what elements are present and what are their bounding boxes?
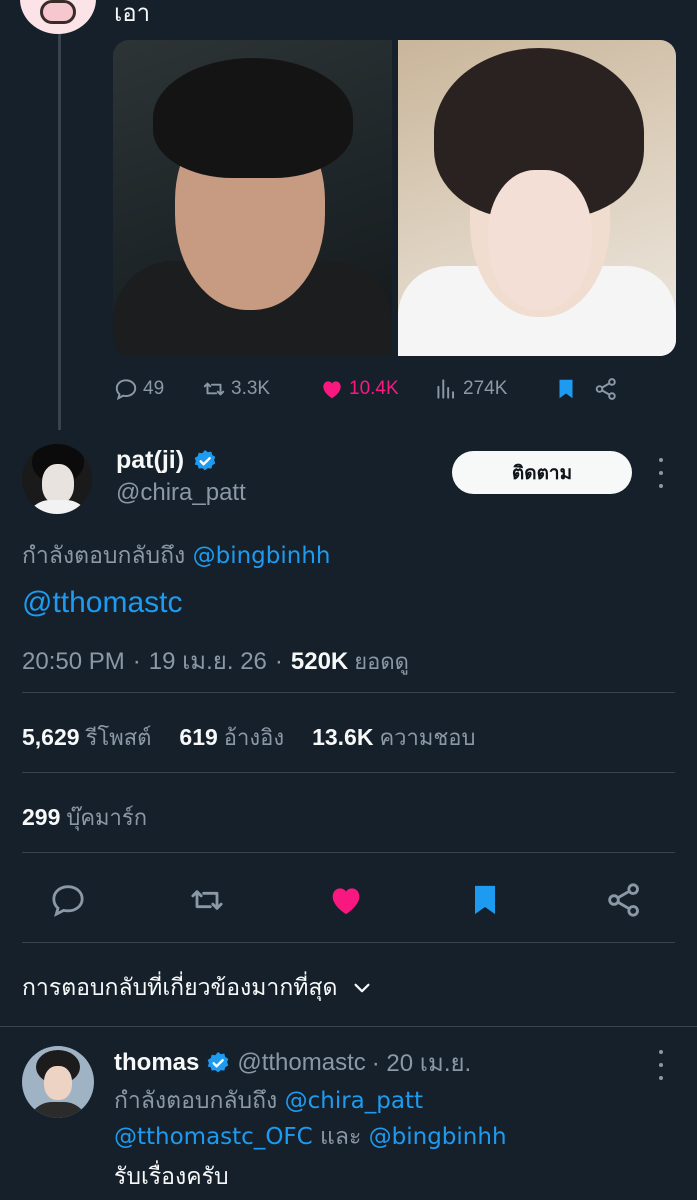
mention-link[interactable]: @bingbinhh <box>369 1124 507 1150</box>
replies-sort-dropdown[interactable]: การตอบกลับที่เกี่ยวข้องมากที่สุด <box>22 970 373 1006</box>
verified-icon <box>205 1050 231 1076</box>
main-tweet-avatar[interactable] <box>22 444 92 514</box>
repost-icon <box>203 382 225 396</box>
bookmarks-label: บุ๊คมาร์ก <box>66 806 148 831</box>
bookmark-button[interactable] <box>553 376 593 402</box>
chevron-down-icon <box>354 983 370 993</box>
reply-icon <box>52 885 84 917</box>
reply-display-name[interactable]: thomas <box>114 1049 199 1077</box>
tweet-date[interactable]: 19 เม.ย. 26 <box>149 641 267 680</box>
mention-link[interactable]: @chira_patt <box>285 1088 423 1114</box>
quotes-stat[interactable]: 619 อ้างอิง <box>179 720 284 755</box>
reply-replying-to-line: กำลังตอบกลับถึง @chira_patt <box>114 1083 423 1119</box>
tweet-views-label: ยอดดู <box>354 650 409 675</box>
bookmarks-number: 299 <box>22 804 61 830</box>
share-icon <box>608 883 639 917</box>
tweet-time[interactable]: 20:50 PM <box>22 648 125 676</box>
likes-label: ความชอบ <box>379 726 476 751</box>
share-button[interactable] <box>604 880 644 920</box>
author-handle[interactable]: @chira_patt <box>116 479 246 507</box>
reply-replying-prefix: กำลังตอบกลับถึง <box>114 1088 278 1114</box>
reply-author-row: thomas @tthomastc · 20 เม.ย. <box>114 1043 471 1082</box>
main-actions-bar <box>48 878 644 922</box>
quotes-number: 619 <box>179 724 218 750</box>
divider <box>0 1026 697 1027</box>
parent-actions-bar: 49 3.3K 10.4K 274K <box>113 372 676 406</box>
repost-button[interactable]: 3.3K <box>201 376 319 402</box>
repost-count: 3.3K <box>231 378 271 399</box>
share-button[interactable] <box>593 376 633 402</box>
mention-link[interactable]: @tthomastc_OFC <box>114 1124 313 1150</box>
replying-to-line: กำลังตอบกลับถึง @bingbinhh <box>22 538 331 574</box>
views-button[interactable]: 274K <box>433 376 553 402</box>
parent-avatar[interactable] <box>20 0 96 34</box>
pig-nose-graphic <box>40 0 76 24</box>
tweet-meta: 20:50 PM · 19 เม.ย. 26 · 520K ยอดดู <box>22 641 409 680</box>
photo-right[interactable] <box>397 40 676 356</box>
repost-icon <box>191 890 223 910</box>
heart-icon <box>323 381 341 399</box>
like-button[interactable] <box>326 880 366 920</box>
reply-text: รับเรื่องครับ <box>114 1164 229 1190</box>
meta-separator: · <box>274 648 283 675</box>
reposts-number: 5,629 <box>22 724 80 750</box>
divider <box>22 942 675 943</box>
reply-replying-to-line-2: @tthomastc_OFC และ @bingbinhh <box>114 1119 507 1155</box>
verified-icon <box>192 448 218 474</box>
bookmarks-stat[interactable]: 299 บุ๊คมาร์ก <box>22 800 147 835</box>
like-button[interactable]: 10.4K <box>319 376 433 402</box>
more-icon[interactable] <box>656 1050 666 1080</box>
reply-date[interactable]: · 20 เม.ย. <box>372 1043 471 1082</box>
reply-count: 49 <box>143 378 165 399</box>
reply-button[interactable] <box>48 880 88 920</box>
reply-handle[interactable]: @tthomastc <box>237 1049 365 1077</box>
reposts-stat[interactable]: 5,629 รีโพสต์ <box>22 720 151 755</box>
author-display-name[interactable]: pat(ji) <box>116 446 184 475</box>
likes-number: 13.6K <box>312 724 374 750</box>
reply-avatar[interactable] <box>22 1046 94 1118</box>
like-count: 10.4K <box>349 378 399 399</box>
views-count: 274K <box>463 378 508 399</box>
parent-tweet-text: เอา <box>114 0 151 27</box>
engagement-stats: 5,629 รีโพสต์ 619 อ้างอิง 13.6K ความชอบ <box>22 720 475 755</box>
replies-sort-label: การตอบกลับที่เกี่ยวข้องมากที่สุด <box>22 975 338 1001</box>
replying-to-mention[interactable]: @bingbinhh <box>193 543 331 569</box>
tweet-views-count: 520K <box>290 648 349 675</box>
replying-prefix: กำลังตอบกลับถึง <box>22 543 186 569</box>
photo-left[interactable] <box>113 40 392 356</box>
views-icon <box>437 379 455 399</box>
meta-separator: · <box>132 648 141 675</box>
divider <box>22 692 675 693</box>
bookmark-icon <box>475 885 495 915</box>
reply-button[interactable]: 49 <box>113 376 201 402</box>
repost-button[interactable] <box>187 880 227 920</box>
quotes-label: อ้างอิง <box>223 726 285 751</box>
divider <box>22 772 675 773</box>
and-word: และ <box>320 1124 362 1150</box>
follow-button[interactable]: ติดตาม <box>452 451 632 494</box>
bookmark-icon <box>559 379 573 399</box>
main-author-row: pat(ji) <box>116 446 218 475</box>
bookmark-button[interactable] <box>465 880 505 920</box>
likes-stat[interactable]: 13.6K ความชอบ <box>312 720 475 755</box>
more-icon[interactable] <box>656 458 666 488</box>
parent-tweet-media[interactable] <box>113 40 676 356</box>
tweet-text-mention[interactable]: @tthomastc <box>22 586 183 620</box>
reply-icon <box>115 379 137 401</box>
divider <box>22 852 675 853</box>
share-icon <box>595 378 616 400</box>
thread-connector-line <box>58 30 61 430</box>
heart-icon <box>332 888 360 915</box>
reposts-label: รีโพสต์ <box>85 726 152 751</box>
